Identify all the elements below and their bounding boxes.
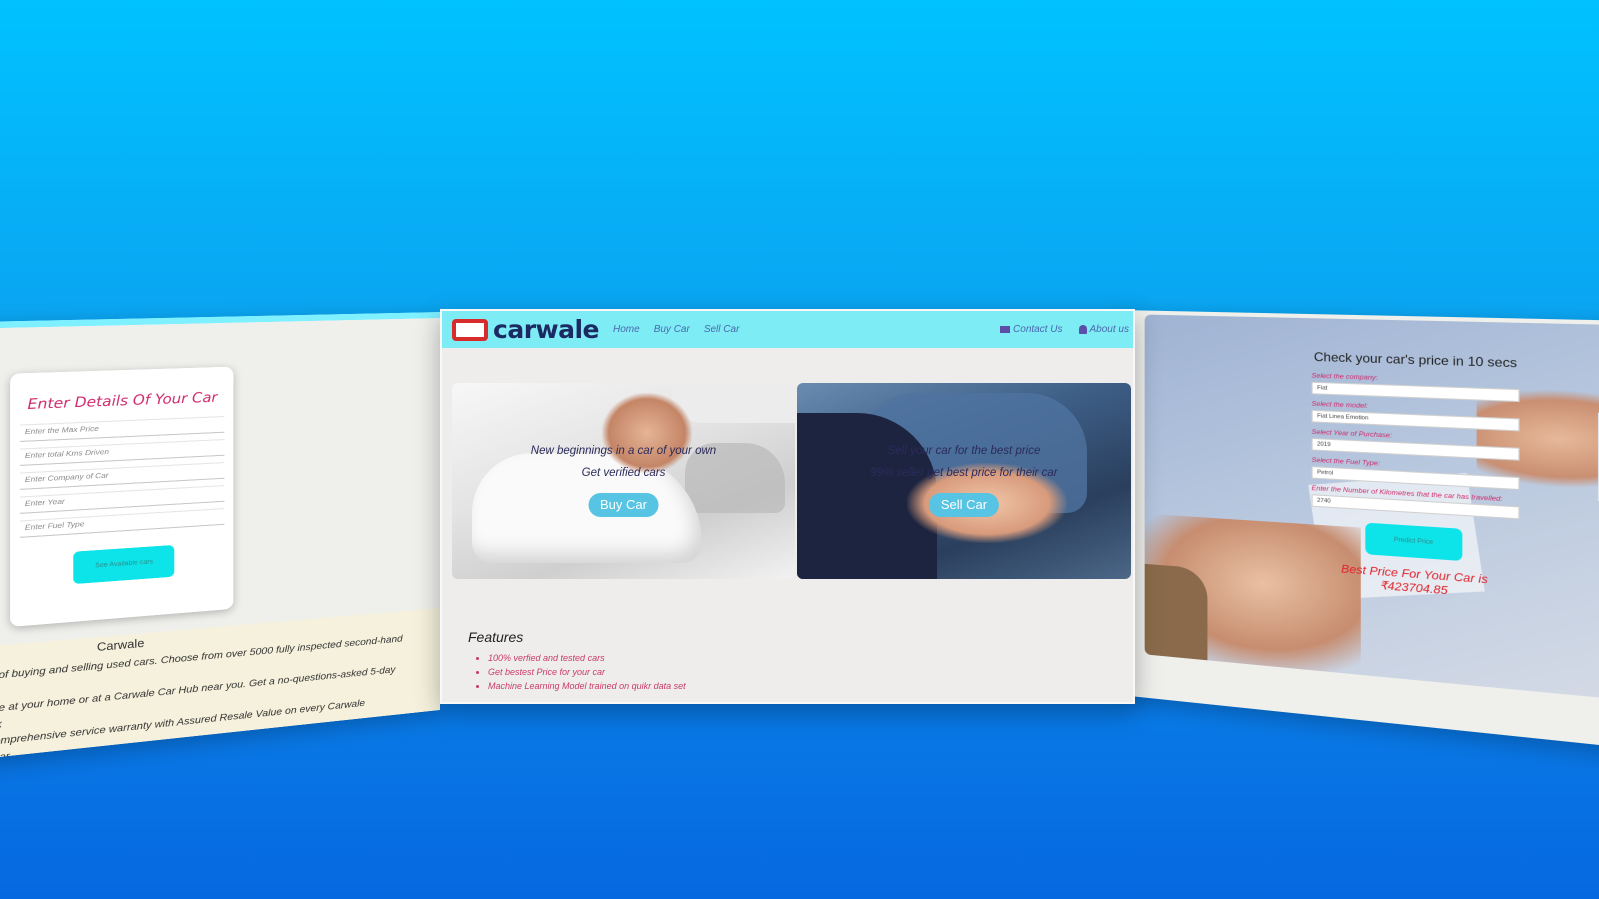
- feature-item: Machine Learning Model trained on quikr …: [488, 679, 686, 693]
- buy-car-card: New beginnings in a car of your own Get …: [452, 383, 795, 579]
- sleeve-image: [1145, 563, 1208, 660]
- sell-car-button[interactable]: Sell Car: [929, 493, 999, 517]
- left-preview-panel: Enter Details Of Your Car Enter the Max …: [0, 312, 440, 764]
- feature-item: Get bestest Price for your car: [488, 665, 686, 679]
- see-available-cars-button[interactable]: See Available cars: [73, 545, 174, 584]
- kms-driven-field[interactable]: Enter total Kms Driven: [20, 439, 224, 466]
- predict-price-button[interactable]: Predict Price: [1365, 523, 1462, 561]
- navbar: carwale Home Buy Car Sell Car Contact Us…: [442, 311, 1133, 348]
- sell-card-line2: 99% seller get best price for their car: [797, 467, 1131, 479]
- envelope-icon: [1000, 326, 1010, 333]
- fuel-type-field[interactable]: Enter Fuel Type: [20, 508, 224, 538]
- features-title: Features: [468, 629, 686, 645]
- nav-contact-us[interactable]: Contact Us: [1000, 324, 1062, 335]
- nav-right: Contact Us About us: [984, 324, 1129, 335]
- nav-sell-car[interactable]: Sell Car: [704, 324, 740, 335]
- max-price-field[interactable]: Enter the Max Price: [20, 416, 224, 442]
- nav-about-us[interactable]: About us: [1079, 324, 1129, 335]
- footer: Carwale rusted way of buying and selling…: [0, 608, 440, 764]
- nav-buy-car[interactable]: Buy Car: [654, 324, 690, 335]
- user-icon: [1079, 325, 1087, 334]
- center-preview-panel: carwale Home Buy Car Sell Car Contact Us…: [440, 309, 1135, 704]
- logo-text: carwale: [493, 315, 599, 344]
- sell-card-line1: Sell your car for the best price: [797, 445, 1131, 457]
- buy-card-line1: New beginnings in a car of your own: [452, 445, 795, 457]
- stage: Enter Details Of Your Car Enter the Max …: [0, 0, 1599, 899]
- car-logo-icon: [452, 319, 488, 341]
- carwale-logo[interactable]: carwale: [452, 315, 599, 344]
- right-preview-panel: Check your car's price in 10 secs Select…: [1120, 310, 1599, 752]
- car-details-form: Enter Details Of Your Car Enter the Max …: [10, 367, 233, 627]
- form-title: Enter Details Of Your Car: [10, 390, 233, 415]
- feature-item: 100% verfied and tested cars: [488, 651, 686, 665]
- buy-car-button[interactable]: Buy Car: [588, 493, 659, 517]
- nav-home[interactable]: Home: [613, 324, 640, 335]
- about-label: About us: [1090, 324, 1129, 335]
- contact-label: Contact Us: [1013, 324, 1062, 335]
- buy-card-line2: Get verified cars: [452, 467, 795, 479]
- sell-car-card: Sell your car for the best price 99% sel…: [797, 383, 1131, 579]
- features-list: 100% verfied and tested cars Get bestest…: [468, 651, 686, 693]
- price-predict-form: Check your car's price in 10 secs Select…: [1312, 349, 1520, 603]
- features-section: Features 100% verfied and tested cars Ge…: [468, 629, 686, 693]
- hand-with-keys-image: [602, 393, 692, 473]
